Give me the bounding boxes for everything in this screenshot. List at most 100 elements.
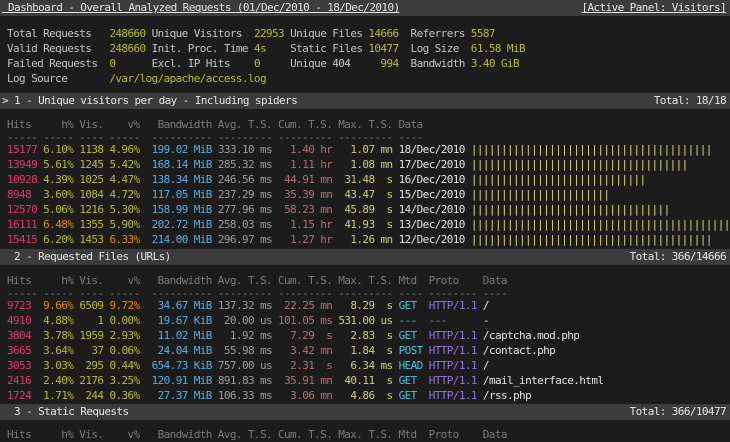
cell-avg: 296.97 ms [218,233,272,246]
cell-bw: 202.72 MiB [152,218,212,231]
cell-vpct: 0.36% [109,389,139,402]
cell-mtd: GET [399,299,423,312]
cell-hpct: 3.64% [43,344,73,357]
cell-max: 8.29 s [338,299,392,312]
panel-title: > 1 - Unique visitors per day - Includin… [2,93,297,109]
cell-url: - [483,314,489,327]
cell-max: 1.08 mn [338,158,392,171]
cell-max: 1.07 mn [338,143,392,156]
cell-max: 1.84 s [338,344,392,357]
table-row[interactable]: 3053 3.03% 295 0.44% 654.73 KiB 757.00 u… [0,358,730,373]
cell-vpct: 4.47% [109,173,139,186]
cell-date: 16/Dec/2010 [399,173,465,186]
cell-vpct: 0.06% [109,344,139,357]
cell-bw: 24.04 MiB [152,344,212,357]
table-row[interactable]: 3665 3.64% 37 0.06% 24.04 MiB 55.98 ms 3… [0,343,730,358]
summary-value: 5587 [471,27,495,40]
summary-value: 22953 [254,27,290,40]
cell-proto: HTTP/1.1 [429,299,477,312]
cell-max: 6.34 ms [338,359,392,372]
cell-bw: 27.37 MiB [152,389,212,402]
cell-hpct: 2.40% [43,374,73,387]
cell-vis: 1216 [79,203,103,216]
cell-avg: 237.29 ms [218,188,272,201]
cell-max: 40.11 s [338,374,392,387]
cell-hpct: 5.61% [43,158,73,171]
cell-hits: 15415 [7,233,37,246]
cell-avg: 20.00 us [218,314,272,327]
table-row[interactable]: 15415 6.20% 1453 6.33% 214.00 MiB 296.97… [0,232,730,247]
cell-hits: 15177 [7,143,37,156]
cell-hits: 12570 [7,203,37,216]
cell-cum: 101.05 ms [278,314,332,327]
cell-avg: 1.92 ms [218,329,272,342]
summary-line: Log Source /var/log/apache/access.log [0,71,730,86]
page-title: Dashboard - Overall Analyzed Requests (0… [2,0,400,16]
cell-vpct: 5.30% [109,203,139,216]
cell-avg: 891.83 ms [218,374,272,387]
cell-bw: 34.67 MiB [152,299,212,312]
cell-url: / [483,359,489,372]
cell-max: 1.26 mn [338,233,392,246]
summary-label: Static Files [290,42,368,55]
summary-value: 61.58 MiB [471,42,525,55]
visitors-table: 15177 6.10% 1138 4.96% 199.02 MiB 333.10… [0,142,730,247]
cell-cum: 35.91 mn [278,374,332,387]
cell-max: 2.83 s [338,329,392,342]
panel-total: Total: 18/18 [654,93,726,109]
cell-hpct: 5.06% [43,203,73,216]
panel-header-requests[interactable]: 2 - Requested Files (URLs) Total: 366/14… [0,249,730,265]
cell-vpct: 4.72% [109,188,139,201]
summary-value: 4s [254,42,290,55]
table-row[interactable]: 2416 2.40% 2176 3.25% 120.91 MiB 891.83 … [0,373,730,388]
cell-hits: 9723 [7,299,37,312]
panel-header-visitors[interactable]: > 1 - Unique visitors per day - Includin… [0,93,730,109]
table-row[interactable]: 8948 3.60% 1084 4.72% 117.05 MiB 237.29 … [0,187,730,202]
cell-bw: 158.99 MiB [152,203,212,216]
summary-value: 248660 [109,27,151,40]
summary-label: Referrers [399,27,471,40]
table-row[interactable]: 3804 3.78% 1959 2.93% 11.02 MiB 1.92 ms … [0,328,730,343]
table-row[interactable]: 1724 1.71% 244 0.36% 27.37 MiB 106.33 ms… [0,388,730,403]
panel-header-static[interactable]: 3 - Static Requests Total: 366/10477 [0,404,730,420]
summary-line: Failed Requests 0 Excl. IP Hits 0 Unique… [0,56,730,71]
cell-cum: 1.15 hr [278,218,332,231]
cell-hpct: 1.71% [43,389,73,402]
cell-proto: HTTP/1.1 [429,359,477,372]
summary-value: 14666 [368,27,398,40]
cell-hpct: 6.10% [43,143,73,156]
table-row[interactable]: 16111 6.48% 1355 5.90% 202.72 MiB 258.03… [0,217,730,232]
summary-block: Total Requests 248660 Unique Visitors 22… [0,26,730,86]
cell-avg: 333.10 ms [218,143,272,156]
cell-vis: 1245 [79,158,103,171]
cell-bw: 138.34 MiB [152,173,212,186]
cell-cum: 22.25 mn [278,299,332,312]
table-row[interactable]: 13949 5.61% 1245 5.42% 168.14 MiB 285.32… [0,157,730,172]
table-row[interactable]: 12570 5.06% 1216 5.30% 158.99 MiB 277.96… [0,202,730,217]
table-row[interactable]: 15177 6.10% 1138 4.96% 199.02 MiB 333.10… [0,142,730,157]
active-panel-indicator: [Active Panel: Visitors] [581,0,726,16]
cell-date: 17/Dec/2010 [399,158,465,171]
cell-hits: 3053 [7,359,37,372]
cell-hpct: 6.48% [43,218,73,231]
summary-label: Valid Requests [7,42,109,55]
cell-url: /captcha.mod.php [483,329,579,342]
cell-max: 43.47 s [338,188,392,201]
table-row[interactable]: 9723 9.66% 6509 9.72% 34.67 MiB 137.32 m… [0,298,730,313]
hits-bar: ||||||||||||||||||||||||||||||||||||||||… [471,218,730,231]
table-row[interactable]: 10928 4.39% 1025 4.47% 138.34 MiB 246.56… [0,172,730,187]
goaccess-dashboard: { "title_bar": { "title": " Dashboard - … [0,0,730,435]
cell-hits: 3665 [7,344,37,357]
hits-bar: ||||||||||||||||||||||| [471,188,610,201]
summary-value: 0 [109,57,151,70]
cell-bw: 168.14 MiB [152,158,212,171]
cell-vpct: 6.33% [109,233,139,246]
cell-vpct: 5.90% [109,218,139,231]
cell-hits: 16111 [7,218,37,231]
summary-label: Failed Requests [7,57,109,70]
cell-vis: 1453 [79,233,103,246]
cell-avg: 246.56 ms [218,173,272,186]
cell-vis: 1138 [79,143,103,156]
table-row[interactable]: 4910 4.88% 1 0.00% 19.67 KiB 20.00 us 10… [0,313,730,328]
cell-vis: 1084 [79,188,103,201]
